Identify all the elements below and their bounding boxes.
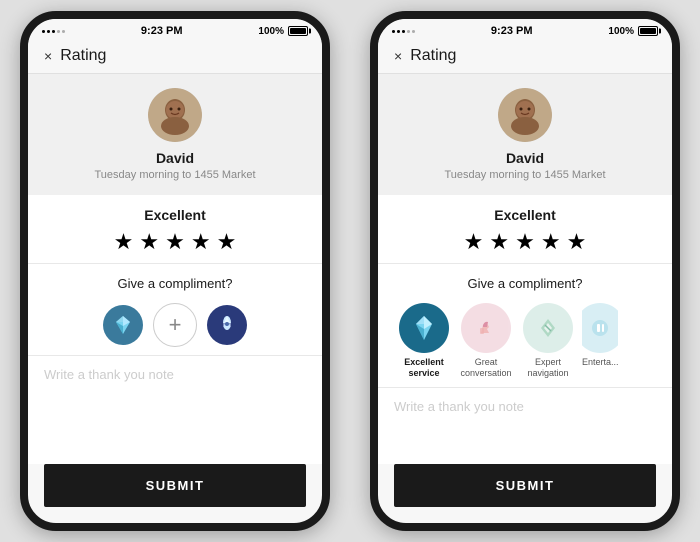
compliment-icons-left: +	[44, 303, 306, 347]
driver-section-left: David Tuesday morning to 1455 Market	[28, 74, 322, 195]
page-title-left: Rating	[60, 47, 106, 65]
compliment-section-right: Give a compliment? Excellentservice	[378, 263, 672, 387]
avatar-right	[498, 88, 552, 142]
header-left: × Rating	[28, 41, 322, 74]
compliment-rocket-left[interactable]	[207, 305, 247, 345]
left-phone: 9:23 PM 100% × Rating	[20, 11, 330, 531]
right-phone-wrapper: 9:23 PM 100% × Rating	[350, 0, 700, 542]
submit-button-left[interactable]: SUBMIT	[44, 464, 306, 507]
star-5-right[interactable]: ★	[567, 229, 587, 255]
note-section-right[interactable]: Write a thank you note	[378, 387, 672, 464]
note-section-left[interactable]: Write a thank you note	[28, 355, 322, 464]
avatar-svg-right	[498, 88, 552, 142]
status-time-left: 9:23 PM	[141, 25, 183, 37]
close-button-left[interactable]: ×	[44, 48, 52, 64]
battery-left: 100%	[258, 26, 308, 37]
battery-icon-right	[638, 26, 658, 36]
star-2-left[interactable]: ★	[139, 229, 159, 255]
page-title-right: Rating	[410, 47, 456, 65]
gem-icon-left	[112, 314, 134, 336]
compliment-label-ent: Enterta...	[582, 357, 618, 368]
star-1-right[interactable]: ★	[464, 229, 484, 255]
submit-button-right[interactable]: SUBMIT	[394, 464, 656, 507]
compliment-label-conversation: Greatconversation	[460, 357, 511, 379]
gem-circle	[399, 303, 449, 353]
compliment-excellent-service[interactable]: Excellentservice	[396, 303, 452, 379]
status-bar-right: 9:23 PM 100%	[378, 19, 672, 41]
compliment-title-right: Give a compliment?	[394, 276, 656, 291]
driver-name-right: David	[506, 150, 544, 166]
nav-circle	[523, 303, 573, 353]
star-5-left[interactable]: ★	[217, 229, 237, 255]
driver-section-right: David Tuesday morning to 1455 Market	[378, 74, 672, 195]
left-phone-wrapper: 9:23 PM 100% × Rating	[0, 0, 350, 542]
compliment-section-left: Give a compliment? +	[28, 263, 322, 355]
rating-label-right: Excellent	[494, 207, 555, 223]
entertainment-icon	[587, 315, 613, 341]
avatar-svg-left	[148, 88, 202, 142]
driver-name-left: David	[156, 150, 194, 166]
star-3-left[interactable]: ★	[165, 229, 185, 255]
conv-circle	[461, 303, 511, 353]
driver-trip-right: Tuesday morning to 1455 Market	[444, 169, 605, 181]
rating-section-left: Excellent ★ ★ ★ ★ ★	[28, 195, 322, 263]
compliment-label-navigation: Expertnavigation	[527, 357, 568, 379]
compliment-gem-left[interactable]	[103, 305, 143, 345]
rocket-icon-left	[216, 314, 238, 336]
battery-icon-left	[288, 26, 308, 36]
gem-icon-right	[410, 314, 438, 342]
avatar-left	[148, 88, 202, 142]
compliment-title-left: Give a compliment?	[44, 276, 306, 291]
signal-icon	[42, 30, 65, 33]
navigation-icon	[535, 315, 561, 341]
note-placeholder-left: Write a thank you note	[44, 367, 174, 382]
star-3-right[interactable]: ★	[515, 229, 535, 255]
stars-right[interactable]: ★ ★ ★ ★ ★	[464, 229, 587, 255]
battery-right: 100%	[608, 26, 658, 37]
star-4-left[interactable]: ★	[191, 229, 211, 255]
right-phone: 9:23 PM 100% × Rating	[370, 11, 680, 531]
thumbs-up-icon	[473, 315, 499, 341]
compliment-label-service: Excellentservice	[404, 357, 444, 379]
close-button-right[interactable]: ×	[394, 48, 402, 64]
compliment-entertainment[interactable]: Enterta...	[582, 303, 618, 368]
compliment-expert-navigation[interactable]: Expertnavigation	[520, 303, 576, 379]
star-2-right[interactable]: ★	[489, 229, 509, 255]
star-1-left[interactable]: ★	[114, 229, 134, 255]
compliment-icons-right: Excellentservice Greatconversation	[394, 303, 656, 379]
status-bar-left: 9:23 PM 100%	[28, 19, 322, 41]
star-4-right[interactable]: ★	[541, 229, 561, 255]
compliment-great-conversation[interactable]: Greatconversation	[458, 303, 514, 379]
header-right: × Rating	[378, 41, 672, 74]
driver-trip-left: Tuesday morning to 1455 Market	[94, 169, 255, 181]
status-time-right: 9:23 PM	[491, 25, 533, 37]
ent-circle	[582, 303, 618, 353]
note-placeholder-right: Write a thank you note	[394, 399, 524, 414]
stars-left[interactable]: ★ ★ ★ ★ ★	[114, 229, 237, 255]
signal-icon-right	[392, 30, 415, 33]
rating-label-left: Excellent	[144, 207, 205, 223]
add-compliment-button-left[interactable]: +	[153, 303, 197, 347]
rating-section-right: Excellent ★ ★ ★ ★ ★	[378, 195, 672, 263]
